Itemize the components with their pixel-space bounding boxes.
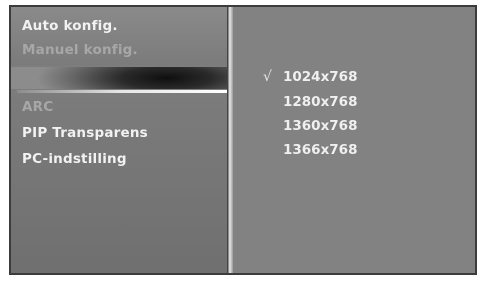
resolution-option-1360x768[interactable]: 1360x768 — [283, 118, 357, 134]
menu-item-pc-settings[interactable]: PC-indstilling — [22, 151, 127, 167]
selection-highlight-line — [17, 90, 227, 93]
resolution-option-1280x768[interactable]: 1280x768 — [283, 94, 357, 110]
menu-item-auto-config[interactable]: Auto konfig. — [22, 18, 118, 34]
resolution-options-panel: √ 1024x768 1280x768 1360x768 1366x768 — [233, 7, 475, 273]
menu-item-arc[interactable]: ARC — [22, 99, 53, 115]
selection-highlight-bar[interactable] — [11, 67, 227, 89]
resolution-option-1024x768[interactable]: 1024x768 — [283, 69, 357, 85]
screen: Auto konfig. Manuel konfig. ARC PIP Tran… — [0, 0, 481, 282]
menu-panel: Auto konfig. Manuel konfig. ARC PIP Tran… — [11, 7, 227, 273]
resolution-option-1366x768[interactable]: 1366x768 — [283, 142, 357, 158]
check-mark-icon: √ — [263, 69, 272, 85]
menu-panel-bottom — [11, 89, 227, 273]
menu-item-pip-transparency[interactable]: PIP Transparens — [22, 125, 148, 141]
osd-menu-window: Auto konfig. Manuel konfig. ARC PIP Tran… — [9, 5, 477, 275]
menu-item-manual-config[interactable]: Manuel konfig. — [22, 42, 138, 58]
